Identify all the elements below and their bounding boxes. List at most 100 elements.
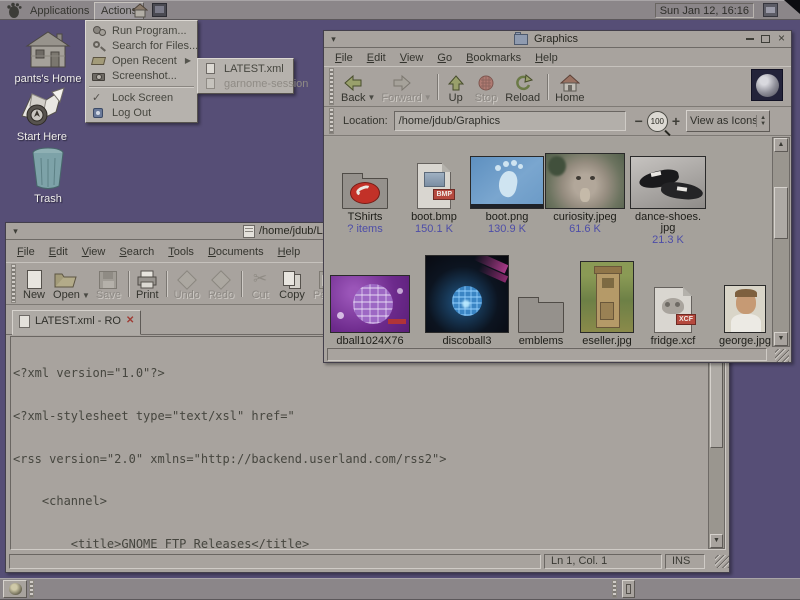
show-desktop-button[interactable]: [3, 580, 27, 598]
back-button[interactable]: Back: [337, 69, 369, 105]
desktop-icon-trash[interactable]: Trash: [0, 146, 96, 205]
undo-icon: [180, 267, 194, 289]
tab-close-icon[interactable]: ✕: [126, 315, 134, 326]
menu-help[interactable]: Help: [271, 244, 308, 260]
back-history-caret[interactable]: ▼: [367, 93, 375, 102]
bmp-file-icon: BMP: [417, 139, 451, 209]
panel-clock[interactable]: Sun Jan 12, 16:16: [655, 3, 754, 18]
menu-view[interactable]: View: [393, 50, 431, 66]
resize-grip[interactable]: [715, 555, 729, 568]
menu-file[interactable]: File: [10, 244, 42, 260]
print-button[interactable]: Print: [132, 266, 163, 302]
menu-item-log-out[interactable]: Log Out: [87, 105, 196, 120]
menu-documents[interactable]: Documents: [201, 244, 271, 260]
scroll-up-button[interactable]: ▲: [774, 138, 788, 152]
menu-item-label: Lock Screen: [112, 92, 173, 104]
scrollbar-thumb[interactable]: [710, 353, 723, 448]
menu-help[interactable]: Help: [528, 50, 565, 66]
new-button[interactable]: New: [19, 266, 49, 302]
menu-item-garnome-session[interactable]: garnome-session: [199, 76, 292, 91]
screenshot-launcher-icon[interactable]: [152, 3, 167, 17]
home-button[interactable]: Home: [551, 69, 588, 105]
up-button[interactable]: Up: [441, 69, 471, 105]
home-launcher-icon[interactable]: [132, 3, 148, 21]
menu-item-latest-xml[interactable]: LATEST.xml: [199, 61, 292, 76]
reload-icon: [513, 70, 533, 92]
show-desktop-icon: [9, 583, 22, 595]
zoom-indicator[interactable]: 100: [647, 111, 668, 132]
forward-arrow-icon: [392, 70, 412, 92]
graphics-titlebar[interactable]: ▾ Graphics ×: [324, 31, 791, 48]
gedit-vscrollbar[interactable]: ▲ ▼: [708, 337, 725, 549]
photo-thumbnail: [724, 253, 766, 333]
file-icon-view[interactable]: TShirts ? items BMP boot.bmp 150.1 K boo…: [325, 137, 773, 347]
close-button[interactable]: ×: [774, 32, 789, 46]
scroll-down-button[interactable]: ▼: [774, 332, 788, 346]
open-recent-caret[interactable]: ▼: [82, 291, 90, 300]
tab-latest-xml[interactable]: LATEST.xml - RO ✕: [12, 310, 141, 335]
run-icon: [92, 25, 107, 37]
menu-view[interactable]: View: [75, 244, 113, 260]
zoom-out-button[interactable]: −: [635, 113, 643, 129]
view-as-combo[interactable]: View as Icons▲▼: [686, 110, 770, 132]
photo-thumbnail: [580, 253, 634, 333]
menu-go[interactable]: Go: [430, 50, 459, 66]
location-input[interactable]: /home/jdub/Graphics: [394, 111, 626, 131]
file-boot-png[interactable]: boot.png 130.9 K: [467, 139, 547, 235]
folder-emblem-icon: [342, 139, 388, 209]
desktop-icon-home[interactable]: pants's Home: [0, 30, 96, 85]
window-menu-button[interactable]: ▾: [327, 33, 340, 46]
panel-hide-button[interactable]: [622, 580, 635, 598]
save-icon: [99, 267, 117, 289]
pager-drag-handle[interactable]: [612, 580, 617, 598]
photo-thumbnail: [330, 253, 410, 333]
window-menu-button[interactable]: ▾: [9, 225, 22, 238]
file-discoball3[interactable]: discoball3: [427, 253, 507, 347]
graphics-window-icon: [514, 34, 528, 45]
menu-item-screenshot[interactable]: Screenshot...: [87, 68, 196, 83]
open-button[interactable]: Open: [49, 266, 84, 302]
gedit-text-area[interactable]: <?xml version="1.0"?> <?xml-stylesheet t…: [13, 338, 707, 549]
file-boot-bmp[interactable]: BMP boot.bmp 150.1 K: [394, 139, 474, 235]
file-curiosity-jpeg[interactable]: curiosity.jpeg 61.6 K: [545, 139, 625, 235]
file-dance-shoes-jpg[interactable]: dance-shoes. jpg 21.3 K: [628, 139, 708, 246]
applications-menu[interactable]: Applications: [24, 4, 95, 18]
menu-edit[interactable]: Edit: [42, 244, 75, 260]
desktop-icon-start-here[interactable]: Start Here: [0, 86, 90, 143]
png-thumbnail: [470, 139, 544, 209]
file-tshirts[interactable]: TShirts ? items: [325, 139, 405, 235]
menu-search[interactable]: Search: [112, 244, 161, 260]
file-dball1024x76[interactable]: dball1024X76: [330, 253, 410, 347]
location-drag-handle[interactable]: [329, 108, 334, 134]
menu-bookmarks[interactable]: Bookmarks: [459, 50, 528, 66]
toolbar-drag-handle[interactable]: [11, 264, 16, 303]
menu-item-search-files[interactable]: Search for Files...: [87, 38, 196, 53]
gedit-window-icon: [243, 225, 255, 238]
gnome-foot-icon[interactable]: [6, 2, 22, 22]
menu-item-run-program[interactable]: Run Program...: [87, 23, 196, 38]
logout-icon: [92, 107, 107, 119]
menu-item-label: Search for Files...: [112, 40, 198, 52]
reload-button[interactable]: Reload: [501, 69, 544, 105]
file-fridge-xcf[interactable]: XCF fridge.xcf: [633, 253, 713, 347]
minimize-button[interactable]: [742, 32, 757, 46]
graphics-vscrollbar[interactable]: ▲ ▼: [772, 137, 790, 347]
toolbar-drag-handle[interactable]: [329, 68, 334, 105]
menu-tools[interactable]: Tools: [161, 244, 201, 260]
zoom-in-button[interactable]: +: [672, 113, 680, 129]
scroll-down-button[interactable]: ▼: [710, 534, 723, 548]
resize-grip[interactable]: [775, 349, 789, 362]
maximize-button[interactable]: [758, 32, 773, 46]
scrollbar-thumb[interactable]: [774, 187, 788, 239]
panel-applet-icon[interactable]: [763, 3, 778, 17]
file-george-jpg[interactable]: george.jpg: [705, 253, 773, 347]
copy-button[interactable]: Copy: [275, 266, 309, 302]
menu-file[interactable]: File: [328, 50, 360, 66]
submenu-arrow-icon: ▶: [177, 56, 191, 65]
menu-edit[interactable]: Edit: [360, 50, 393, 66]
desktop-icon-label: Start Here: [0, 131, 90, 143]
menu-item-open-recent[interactable]: Open Recent ▶: [87, 53, 196, 68]
menu-item-lock-screen[interactable]: ✓ Lock Screen: [87, 90, 196, 105]
folder-icon: [518, 253, 564, 333]
tasklist-drag-handle[interactable]: [29, 580, 34, 598]
